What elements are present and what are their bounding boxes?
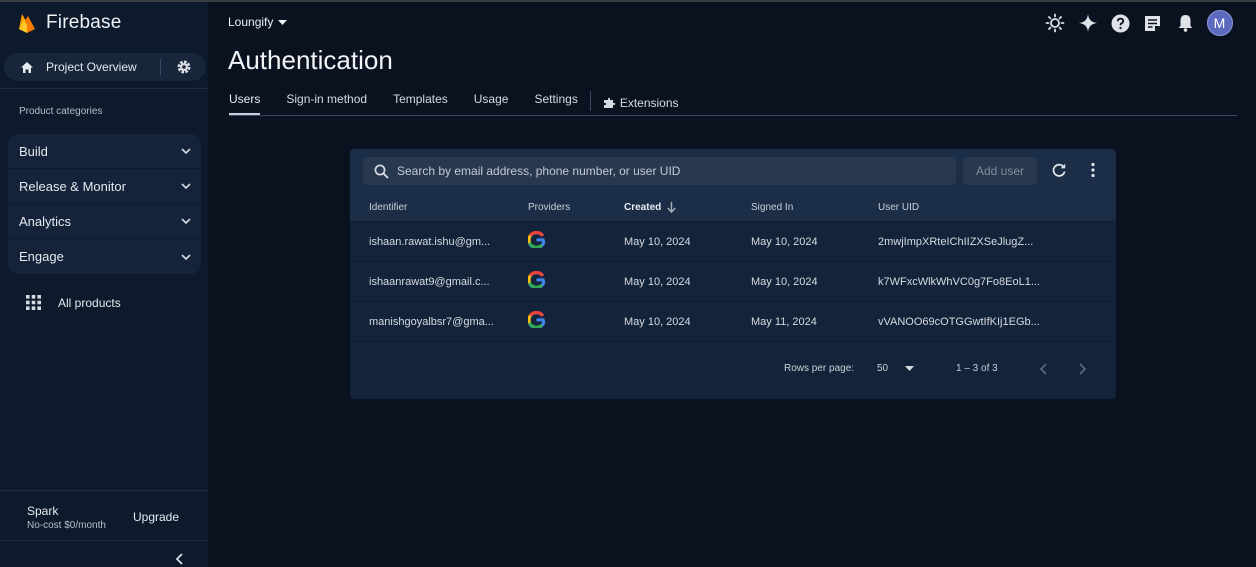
project-overview-item[interactable]: Project Overview xyxy=(4,53,206,81)
tab-templates[interactable]: Templates xyxy=(393,92,448,114)
chevron-down-icon xyxy=(181,218,191,224)
column-header-providers[interactable]: Providers xyxy=(528,202,570,213)
created-cell: May 10, 2024 xyxy=(624,236,691,248)
overview-divider xyxy=(160,59,161,75)
signed-in-cell: May 10, 2024 xyxy=(751,276,818,288)
tab-bar: Users Sign-in method Templates Usage Set… xyxy=(229,91,705,115)
google-icon xyxy=(527,310,546,331)
caret-down-icon xyxy=(278,19,288,25)
uid-cell[interactable]: k7WFxcWlkWhVC0g7Fo8EoL1... xyxy=(878,276,1040,288)
home-icon xyxy=(21,62,33,73)
sidebar-item-label: Engage xyxy=(19,249,64,264)
brand[interactable]: Firebase xyxy=(18,12,122,34)
all-products-label: All products xyxy=(58,295,121,310)
users-table-card: Add user Identifier Providers Created Si… xyxy=(350,149,1116,399)
chevron-down-icon xyxy=(181,183,191,189)
table-bottom-border xyxy=(350,341,1116,342)
sidebar-item-analytics[interactable]: Analytics xyxy=(8,204,201,239)
tab-divider xyxy=(589,91,591,111)
tab-sign-in-method[interactable]: Sign-in method xyxy=(286,92,367,114)
signed-in-cell: May 11, 2024 xyxy=(751,316,817,328)
project-name: Loungify xyxy=(228,15,274,29)
chevron-down-icon xyxy=(181,253,191,260)
apps-grid-icon xyxy=(26,295,41,310)
uid-cell[interactable]: 2mwjImpXRteIChIIZXSeJlugZ... xyxy=(878,236,1033,248)
tab-users[interactable]: Users xyxy=(229,92,261,115)
tab-extensions-label: Extensions xyxy=(619,96,679,110)
sidebar-item-label: Build xyxy=(19,143,48,159)
firebase-logo-icon xyxy=(19,14,35,33)
column-header-created-label: Created xyxy=(624,202,662,213)
rows-per-page-value: 50 xyxy=(877,363,889,374)
avatar[interactable]: M xyxy=(1206,10,1233,36)
upgrade-button[interactable]: Upgrade xyxy=(133,510,179,524)
uid-cell[interactable]: vVANOO69cOTGGwtIfKIj1EGb... xyxy=(878,316,1040,328)
collapse-sidebar-icon[interactable] xyxy=(174,553,186,565)
pagination-range: 1 – 3 of 3 xyxy=(956,363,998,374)
more-vert-icon[interactable] xyxy=(1087,162,1099,178)
sidebar-item-label: Release & Monitor xyxy=(19,178,126,194)
rows-per-page-select[interactable]: 50 xyxy=(877,363,915,374)
created-cell: May 10, 2024 xyxy=(624,276,691,288)
table-row[interactable]: ishaanrawat9@gmail.c... May 10, 2024 May… xyxy=(350,261,1116,301)
table-row[interactable]: ishaan.rawat.ishu@gm... May 10, 2024 May… xyxy=(350,221,1116,261)
column-header-user-uid[interactable]: User UID xyxy=(878,202,919,213)
signed-in-cell: May 10, 2024 xyxy=(751,236,818,248)
theme-icon[interactable] xyxy=(1044,12,1066,34)
identifier-cell: ishaan.rawat.ishu@gm... xyxy=(369,236,491,248)
tabs-underline xyxy=(229,115,1237,116)
search-box[interactable] xyxy=(363,157,956,185)
chevron-down-icon xyxy=(181,148,191,154)
chevron-right-icon[interactable] xyxy=(1078,363,1087,375)
tab-extensions[interactable]: Extensions xyxy=(603,92,679,114)
categories-title: Product categories xyxy=(19,106,103,117)
header-actions: M xyxy=(1044,10,1233,36)
search-icon xyxy=(374,164,389,179)
all-products-item[interactable]: All products xyxy=(26,295,121,310)
chevron-left-icon[interactable] xyxy=(1039,363,1048,375)
sidebar-item-label: Analytics xyxy=(19,213,72,229)
sidebar-item-build[interactable]: Build xyxy=(8,134,201,169)
sidebar: Firebase Project Overview Product catego… xyxy=(0,2,208,567)
tab-settings[interactable]: Settings xyxy=(534,92,577,114)
table-row[interactable]: manishgoyalbsr7@gma... May 10, 2024 May … xyxy=(350,301,1116,341)
sidebar-item-release-monitor[interactable]: Release & Monitor xyxy=(8,169,201,204)
brand-name: Firebase xyxy=(46,12,122,33)
column-header-created[interactable]: Created xyxy=(624,202,676,213)
identifier-cell: manishgoyalbsr7@gma... xyxy=(369,316,494,328)
refresh-icon[interactable] xyxy=(1051,162,1067,178)
rows-per-page-label: Rows per page: xyxy=(784,363,855,374)
page-title: Authentication xyxy=(228,45,393,75)
project-selector[interactable]: Loungify xyxy=(228,15,288,29)
google-icon xyxy=(527,270,546,291)
tab-usage[interactable]: Usage xyxy=(474,92,509,114)
google-icon xyxy=(527,230,546,251)
category-list: Build Release & Monitor Analytics Engage xyxy=(8,134,201,274)
notifications-icon[interactable] xyxy=(1174,12,1196,34)
search-input[interactable] xyxy=(397,164,937,178)
gemini-sparkle-icon[interactable] xyxy=(1077,12,1099,34)
plan-name: Spark xyxy=(27,504,59,518)
extensions-icon xyxy=(603,97,616,108)
identifier-cell: ishaanrawat9@gmail.c... xyxy=(369,276,490,288)
column-header-signed-in[interactable]: Signed In xyxy=(751,202,793,213)
plan-info: Spark No-cost $0/month xyxy=(27,504,106,531)
sidebar-divider xyxy=(0,88,208,89)
sidebar-item-engage[interactable]: Engage xyxy=(8,239,201,274)
add-user-button[interactable]: Add user xyxy=(963,157,1037,185)
sidebar-divider xyxy=(0,490,208,491)
project-overview-label: Project Overview xyxy=(46,60,137,74)
created-cell: May 10, 2024 xyxy=(624,316,691,328)
arrow-down-icon xyxy=(667,202,676,213)
gear-icon[interactable] xyxy=(176,59,192,75)
column-header-identifier[interactable]: Identifier xyxy=(369,202,407,213)
plan-description: No-cost $0/month xyxy=(27,520,106,531)
caret-down-icon xyxy=(905,366,915,371)
help-icon[interactable] xyxy=(1109,12,1131,34)
sidebar-divider xyxy=(0,540,208,541)
release-notes-icon[interactable] xyxy=(1142,12,1164,34)
